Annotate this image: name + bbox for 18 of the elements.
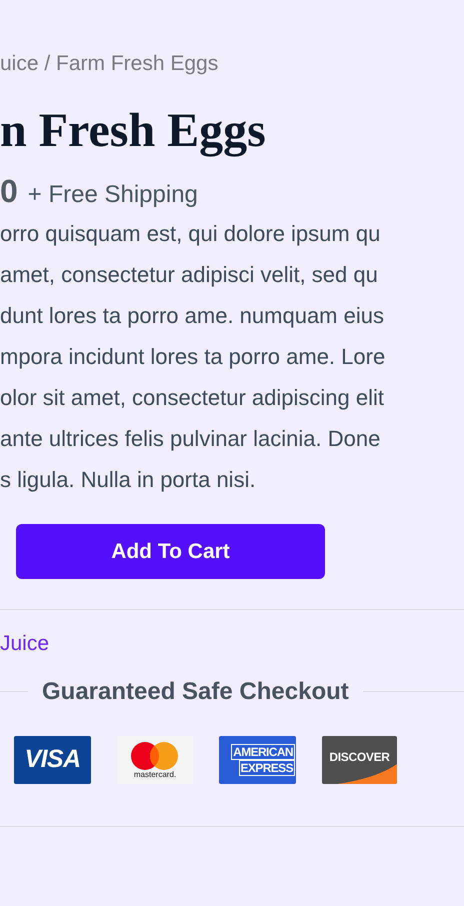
price: 0 [0,175,18,207]
shipping-note: + Free Shipping [28,183,198,207]
description-line: ante ultrices felis pulvinar lacinia. Done [0,425,380,453]
description-line: mpora incidunt lores ta porro ame. Lore [0,343,386,371]
description-line: olor sit amet, consectetur adipiscing elit [0,384,384,412]
visa-card-logo: VISA [14,736,91,784]
mastercard-card-logo: mastercard. [117,736,193,784]
description-line: s ligula. Nulla in porta nisi. [0,466,256,494]
checkout-heading: Guaranteed Safe Checkout [42,676,349,706]
amex-card-logo: AMERICAN EXPRESS [219,736,296,784]
description-line: amet, consectetur adipisci velit, sed qu [0,261,378,289]
add-to-cart-button[interactable]: Add To Cart [16,524,325,579]
description-line: orro quisquam est, qui dolore ipsum qu [0,220,380,248]
discover-card-logo: DISCOVER [322,736,397,784]
breadcrumb: uice / Farm Fresh Eggs [0,52,218,75]
category-link[interactable]: Juice [0,628,50,660]
product-title: n Fresh Eggs [0,107,266,155]
description-line: dunt lores ta porro ame. numquam eius [0,302,384,330]
